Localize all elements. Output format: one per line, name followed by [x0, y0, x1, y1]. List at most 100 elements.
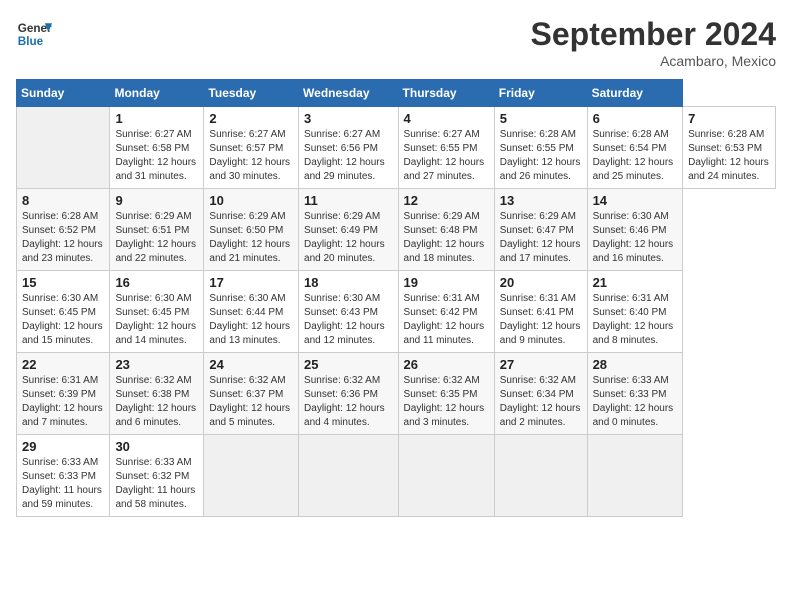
calendar-cell: 12 Sunrise: 6:29 AM Sunset: 6:48 PM Dayli… [398, 189, 494, 271]
calendar-cell: 5 Sunrise: 6:28 AM Sunset: 6:55 PM Daylig… [494, 107, 587, 189]
calendar-cell: 2 Sunrise: 6:27 AM Sunset: 6:57 PM Daylig… [204, 107, 299, 189]
calendar-cell: 1Sunrise: 6:27 AM Sunset: 6:58 PM Daylig… [110, 107, 204, 189]
day-detail: Sunrise: 6:32 AM Sunset: 6:35 PM Dayligh… [404, 374, 489, 430]
calendar-cell: 30 Sunrise: 6:33 AM Sunset: 6:32 PM Dayli… [110, 435, 204, 517]
day-number: 23 [115, 357, 198, 372]
calendar-cell: 15 Sunrise: 6:30 AM Sunset: 6:45 PM Dayli… [17, 271, 110, 353]
logo-icon: General Blue [16, 16, 52, 52]
day-detail: Sunrise: 6:32 AM Sunset: 6:37 PM Dayligh… [209, 374, 293, 430]
day-number: 11 [304, 193, 393, 208]
day-detail: Sunrise: 6:30 AM Sunset: 6:44 PM Dayligh… [209, 292, 293, 348]
day-number: 9 [115, 193, 198, 208]
day-detail: Sunrise: 6:28 AM Sunset: 6:52 PM Dayligh… [22, 210, 104, 266]
day-number: 6 [593, 111, 678, 126]
calendar-cell: 23 Sunrise: 6:32 AM Sunset: 6:38 PM Dayli… [110, 353, 204, 435]
day-detail: Sunrise: 6:30 AM Sunset: 6:45 PM Dayligh… [115, 292, 198, 348]
day-detail: Sunrise: 6:31 AM Sunset: 6:42 PM Dayligh… [404, 292, 489, 348]
day-detail: Sunrise: 6:29 AM Sunset: 6:51 PM Dayligh… [115, 210, 198, 266]
day-detail: Sunrise: 6:30 AM Sunset: 6:45 PM Dayligh… [22, 292, 104, 348]
day-number: 18 [304, 275, 393, 290]
title-area: September 2024 Acambaro, Mexico [531, 16, 776, 69]
day-detail: Sunrise: 6:29 AM Sunset: 6:49 PM Dayligh… [304, 210, 393, 266]
day-number: 15 [22, 275, 104, 290]
calendar-cell [299, 435, 399, 517]
day-number: 21 [593, 275, 678, 290]
day-header: Friday [494, 80, 587, 107]
calendar-cell: 28 Sunrise: 6:33 AM Sunset: 6:33 PM Dayli… [587, 353, 683, 435]
day-number: 22 [22, 357, 104, 372]
calendar-cell: 6 Sunrise: 6:28 AM Sunset: 6:54 PM Daylig… [587, 107, 683, 189]
day-header: Sunday [17, 80, 110, 107]
calendar-cell: 25 Sunrise: 6:32 AM Sunset: 6:36 PM Dayli… [299, 353, 399, 435]
day-number: 29 [22, 439, 104, 454]
day-number: 14 [593, 193, 678, 208]
day-detail: Sunrise: 6:27 AM Sunset: 6:57 PM Dayligh… [209, 128, 293, 184]
calendar-week-row: 15 Sunrise: 6:30 AM Sunset: 6:45 PM Dayli… [17, 271, 776, 353]
calendar-cell [494, 435, 587, 517]
day-detail: Sunrise: 6:33 AM Sunset: 6:32 PM Dayligh… [115, 456, 198, 512]
calendar-cell: 13Sunrise: 6:29 AM Sunset: 6:47 PM Dayli… [494, 189, 587, 271]
day-detail: Sunrise: 6:32 AM Sunset: 6:36 PM Dayligh… [304, 374, 393, 430]
calendar-table: SundayMondayTuesdayWednesdayThursdayFrid… [16, 79, 776, 517]
day-number: 26 [404, 357, 489, 372]
day-number: 24 [209, 357, 293, 372]
day-number: 10 [209, 193, 293, 208]
calendar-cell: 26 Sunrise: 6:32 AM Sunset: 6:35 PM Dayli… [398, 353, 494, 435]
calendar-cell: 14 Sunrise: 6:30 AM Sunset: 6:46 PM Dayli… [587, 189, 683, 271]
calendar-header-row: SundayMondayTuesdayWednesdayThursdayFrid… [17, 80, 776, 107]
day-detail: Sunrise: 6:31 AM Sunset: 6:40 PM Dayligh… [593, 292, 678, 348]
day-number: 28 [593, 357, 678, 372]
day-detail: Sunrise: 6:31 AM Sunset: 6:39 PM Dayligh… [22, 374, 104, 430]
calendar-week-row: 1Sunrise: 6:27 AM Sunset: 6:58 PM Daylig… [17, 107, 776, 189]
calendar-cell: 22 Sunrise: 6:31 AM Sunset: 6:39 PM Dayli… [17, 353, 110, 435]
calendar-cell: 3Sunrise: 6:27 AM Sunset: 6:56 PM Daylig… [299, 107, 399, 189]
day-header: Tuesday [204, 80, 299, 107]
day-detail: Sunrise: 6:28 AM Sunset: 6:55 PM Dayligh… [500, 128, 582, 184]
day-detail: Sunrise: 6:30 AM Sunset: 6:46 PM Dayligh… [593, 210, 678, 266]
day-detail: Sunrise: 6:31 AM Sunset: 6:41 PM Dayligh… [500, 292, 582, 348]
day-number: 4 [404, 111, 489, 126]
day-detail: Sunrise: 6:32 AM Sunset: 6:34 PM Dayligh… [500, 374, 582, 430]
calendar-cell: 29 Sunrise: 6:33 AM Sunset: 6:33 PM Dayli… [17, 435, 110, 517]
calendar-cell: 9 Sunrise: 6:29 AM Sunset: 6:51 PM Daylig… [110, 189, 204, 271]
day-header: Saturday [587, 80, 683, 107]
day-detail: Sunrise: 6:27 AM Sunset: 6:56 PM Dayligh… [304, 128, 393, 184]
day-detail: Sunrise: 6:32 AM Sunset: 6:38 PM Dayligh… [115, 374, 198, 430]
calendar-cell: 4 Sunrise: 6:27 AM Sunset: 6:55 PM Daylig… [398, 107, 494, 189]
day-number: 1 [115, 111, 198, 126]
day-detail: Sunrise: 6:27 AM Sunset: 6:55 PM Dayligh… [404, 128, 489, 184]
calendar-cell: 16 Sunrise: 6:30 AM Sunset: 6:45 PM Dayli… [110, 271, 204, 353]
empty-cell [17, 107, 110, 189]
logo: General Blue [16, 16, 52, 52]
day-detail: Sunrise: 6:28 AM Sunset: 6:54 PM Dayligh… [593, 128, 678, 184]
day-detail: Sunrise: 6:28 AM Sunset: 6:53 PM Dayligh… [688, 128, 770, 184]
day-number: 25 [304, 357, 393, 372]
day-number: 16 [115, 275, 198, 290]
calendar-body: 1Sunrise: 6:27 AM Sunset: 6:58 PM Daylig… [17, 107, 776, 517]
day-header: Monday [110, 80, 204, 107]
day-number: 12 [404, 193, 489, 208]
calendar-cell: 27 Sunrise: 6:32 AM Sunset: 6:34 PM Dayli… [494, 353, 587, 435]
day-number: 27 [500, 357, 582, 372]
calendar-cell: 19Sunrise: 6:31 AM Sunset: 6:42 PM Dayli… [398, 271, 494, 353]
calendar-cell: 21 Sunrise: 6:31 AM Sunset: 6:40 PM Dayli… [587, 271, 683, 353]
day-number: 2 [209, 111, 293, 126]
calendar-cell [398, 435, 494, 517]
day-header: Thursday [398, 80, 494, 107]
calendar-cell [204, 435, 299, 517]
calendar-cell: 7 Sunrise: 6:28 AM Sunset: 6:53 PM Daylig… [683, 107, 776, 189]
calendar-cell: 20 Sunrise: 6:31 AM Sunset: 6:41 PM Dayli… [494, 271, 587, 353]
day-number: 30 [115, 439, 198, 454]
day-number: 7 [688, 111, 770, 126]
day-number: 13 [500, 193, 582, 208]
calendar-cell: 11 Sunrise: 6:29 AM Sunset: 6:49 PM Dayli… [299, 189, 399, 271]
day-number: 20 [500, 275, 582, 290]
day-detail: Sunrise: 6:29 AM Sunset: 6:48 PM Dayligh… [404, 210, 489, 266]
calendar-cell: 24 Sunrise: 6:32 AM Sunset: 6:37 PM Dayli… [204, 353, 299, 435]
day-number: 5 [500, 111, 582, 126]
day-detail: Sunrise: 6:33 AM Sunset: 6:33 PM Dayligh… [22, 456, 104, 512]
calendar-cell: 17Sunrise: 6:30 AM Sunset: 6:44 PM Dayli… [204, 271, 299, 353]
day-detail: Sunrise: 6:33 AM Sunset: 6:33 PM Dayligh… [593, 374, 678, 430]
calendar-week-row: 22 Sunrise: 6:31 AM Sunset: 6:39 PM Dayli… [17, 353, 776, 435]
calendar-cell: 10Sunrise: 6:29 AM Sunset: 6:50 PM Dayli… [204, 189, 299, 271]
